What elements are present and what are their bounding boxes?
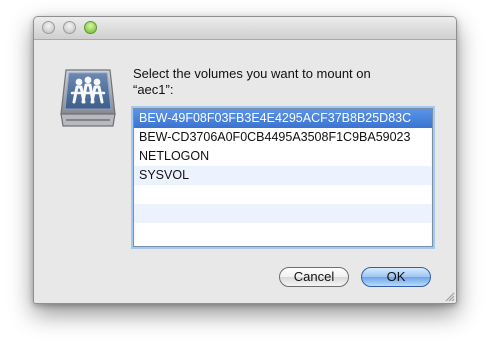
window-titlebar [34, 17, 456, 40]
message-line-2: “aec1”: [133, 82, 174, 97]
empty-list-row [134, 223, 432, 242]
mount-volumes-dialog: Select the volumes you want to mount on … [33, 16, 457, 304]
empty-list-row [134, 204, 432, 223]
message-line-1: Select the volumes you want to mount on [133, 66, 371, 81]
volume-list[interactable]: BEW-49F08F03FB3E4E4295ACF37B8B25D83C BEW… [133, 108, 433, 247]
resize-grip-icon[interactable] [443, 290, 455, 302]
network-volume-icon [60, 69, 116, 127]
ok-button[interactable]: OK [361, 267, 431, 287]
volume-list-item[interactable]: NETLOGON [134, 147, 432, 166]
volume-list-item[interactable]: SYSVOL [134, 166, 432, 185]
close-icon[interactable] [42, 21, 55, 34]
cancel-button[interactable]: Cancel [279, 267, 349, 287]
zoom-icon[interactable] [84, 21, 97, 34]
mount-message: Select the volumes you want to mount on … [133, 66, 433, 98]
empty-list-row [134, 185, 432, 204]
minimize-icon[interactable] [63, 21, 76, 34]
dialog-content: Select the volumes you want to mount on … [34, 40, 456, 303]
volume-list-item[interactable]: BEW-49F08F03FB3E4E4295ACF37B8B25D83C [134, 109, 432, 128]
screenshot-stage: Select the volumes you want to mount on … [0, 0, 487, 350]
volume-list-item[interactable]: BEW-CD3706A0F0CB4495A3508F1C9BA59023 [134, 128, 432, 147]
